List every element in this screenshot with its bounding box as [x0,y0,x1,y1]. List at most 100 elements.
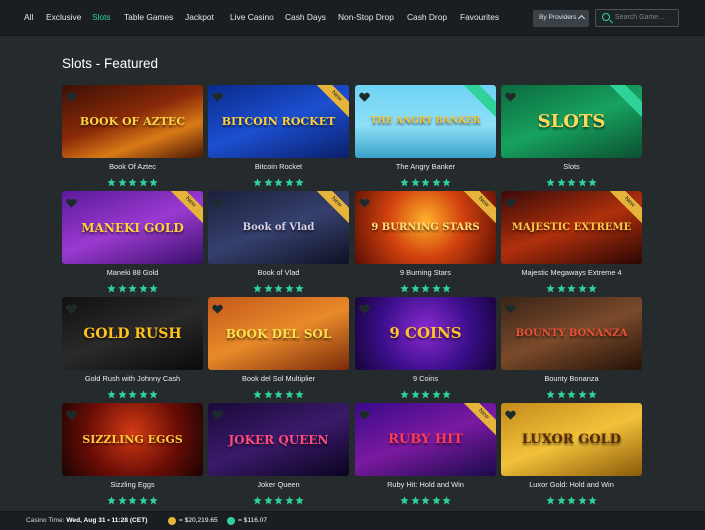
game-name[interactable]: Ruby Hit: Hold and Win [355,480,496,489]
game-card[interactable]: LUXOR GOLD Luxor Gold: Hold and Win [501,403,642,506]
heart-icon[interactable] [359,195,370,208]
heart-icon[interactable] [212,301,223,314]
game-name[interactable]: Gold Rush with Johnny Cash [62,374,203,383]
game-name[interactable]: Slots [501,162,642,171]
game-card[interactable]: MANEKI GOLD New Maneki 88 Gold [62,191,203,294]
game-thumbnail[interactable]: SLOTS [501,85,642,158]
star-icon [284,386,294,399]
game-card[interactable]: BOOK DEL SOL Book del Sol Multiplier [208,297,349,400]
heart-icon[interactable] [505,407,516,420]
star-icon [577,174,587,187]
star-icon [295,386,304,399]
star-icon [442,492,451,505]
game-name[interactable]: Joker Queen [208,480,349,489]
game-card[interactable]: BITCOIN ROCKET New Bitcoin Rocket [208,85,349,188]
heart-icon[interactable] [66,195,77,208]
game-name[interactable]: Sizzling Eggs [62,480,203,489]
nav-item-favourites[interactable]: Favourites [460,12,499,22]
game-artwork-title: LUXOR GOLD [521,432,622,447]
heart-icon[interactable] [212,89,223,102]
game-thumbnail[interactable]: Book of Vlad New [208,191,349,264]
star-icon [284,280,294,293]
game-thumbnail[interactable]: BITCOIN ROCKET New [208,85,349,158]
providers-dropdown[interactable]: By Providers [533,10,589,27]
game-thumbnail[interactable]: 9 BURNING STARS New [355,191,496,264]
star-icon [431,280,441,293]
game-card[interactable]: BOUNTY BONANZA Bounty Bonanza [501,297,642,400]
game-thumbnail[interactable]: 9 COINS [355,297,496,370]
game-thumbnail[interactable]: RUBY HIT New [355,403,496,476]
nav-item-cash-days[interactable]: Cash Days [285,12,326,22]
star-icon [410,174,420,187]
star-icon [253,492,262,505]
game-card[interactable]: GOLD RUSH Gold Rush with Johnny Cash [62,297,203,400]
nav-item-slots[interactable]: Slots [92,12,111,22]
heart-icon[interactable] [66,301,77,314]
game-card[interactable]: Book of Vlad New Book of Vlad [208,191,349,294]
heart-icon[interactable] [359,407,370,420]
game-name[interactable]: 9 Coins [355,374,496,383]
casino-time-label: Casino Time: [26,517,65,524]
star-icon [577,492,587,505]
star-icon [431,386,441,399]
game-card[interactable]: SLOTS Slots [501,85,642,188]
star-icon [410,386,420,399]
rating-stars [62,386,203,399]
star-icon [556,386,566,399]
game-name[interactable]: Book del Sol Multiplier [208,374,349,383]
game-thumbnail[interactable]: BOUNTY BONANZA [501,297,642,370]
game-thumbnail[interactable]: LUXOR GOLD [501,403,642,476]
game-name[interactable]: Luxor Gold: Hold and Win [501,480,642,489]
rating-stars [501,492,642,505]
game-name[interactable]: Bitcoin Rocket [208,162,349,171]
game-thumbnail[interactable]: MANEKI GOLD New [62,191,203,264]
star-icon [431,492,441,505]
star-icon [546,386,555,399]
game-name[interactable]: Book Of Aztec [62,162,203,171]
heart-icon[interactable] [505,89,516,102]
game-name[interactable]: The Angry Banker [355,162,496,171]
nav-item-exclusive[interactable]: Exclusive [46,12,81,22]
heart-icon[interactable] [359,301,370,314]
star-icon [128,386,137,399]
game-thumbnail[interactable]: BOOK DEL SOL [208,297,349,370]
game-card[interactable]: JOKER QUEEN Joker Queen [208,403,349,506]
rating-stars [208,492,349,505]
game-card[interactable]: RUBY HIT New Ruby Hit: Hold and Win [355,403,496,506]
game-name[interactable]: Bounty Bonanza [501,374,642,383]
heart-icon[interactable] [212,407,223,420]
heart-icon[interactable] [359,89,370,102]
game-card[interactable]: BOOK OF AZTEC Book Of Aztec [62,85,203,188]
game-thumbnail[interactable]: THE ANGRY BANKER [355,85,496,158]
game-name[interactable]: Majestic Megaways Extreme 4 [501,268,642,277]
game-card[interactable]: THE ANGRY BANKER The Angry Banker [355,85,496,188]
heart-icon[interactable] [212,195,223,208]
heart-icon[interactable] [66,89,77,102]
nav-item-all[interactable]: All [24,12,33,22]
game-thumbnail[interactable]: MAJESTIC EXTREME New [501,191,642,264]
game-thumbnail[interactable]: BOOK OF AZTEC [62,85,203,158]
game-name[interactable]: Maneki 88 Gold [62,268,203,277]
rating-stars [355,386,496,399]
game-card[interactable]: SIZZLING EGGS Sizzling Eggs [62,403,203,506]
game-card[interactable]: 9 BURNING STARS New 9 Burning Stars [355,191,496,294]
heart-icon[interactable] [66,407,77,420]
game-thumbnail[interactable]: SIZZLING EGGS [62,403,203,476]
game-card[interactable]: MAJESTIC EXTREME New Majestic Megaways Ext… [501,191,642,294]
nav-item-live-casino[interactable]: Live Casino [230,12,274,22]
nav-item-non-stop-drop[interactable]: Non-Stop Drop [338,12,394,22]
game-name[interactable]: 9 Burning Stars [355,268,496,277]
nav-item-table-games[interactable]: Table Games [124,12,173,22]
search-input[interactable]: Search Game... [615,14,664,21]
game-thumbnail[interactable]: GOLD RUSH [62,297,203,370]
game-name[interactable]: Book of Vlad [208,268,349,277]
nav-item-jackpot[interactable]: Jackpot [185,12,214,22]
star-icon [128,280,137,293]
search-box[interactable]: Search Game... [595,9,679,27]
game-card[interactable]: 9 COINS 9 Coins [355,297,496,400]
heart-icon[interactable] [505,195,516,208]
game-thumbnail[interactable]: JOKER QUEEN [208,403,349,476]
nav-item-cash-drop[interactable]: Cash Drop [407,12,447,22]
heart-icon[interactable] [505,301,516,314]
star-icon [556,280,566,293]
